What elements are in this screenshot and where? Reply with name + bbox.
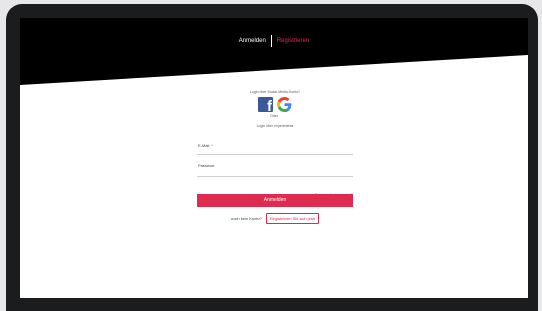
top-nav: Anmelden Registrieren	[20, 32, 528, 50]
google-label: Oder	[270, 114, 278, 118]
register-row: noch kein Konto? Registrieren Sie sich j…	[197, 213, 353, 224]
nav-register-link[interactable]: Registrieren	[273, 37, 313, 45]
register-now-button[interactable]: Registrieren Sie sich jetzt	[265, 213, 320, 224]
no-account-text: noch kein Konto?	[230, 216, 262, 221]
app-screen: Anmelden Registrieren Login über Social-…	[20, 18, 528, 298]
google-icon[interactable]	[277, 97, 292, 112]
forgot-password-link[interactable]: Passwort vergessen?	[315, 192, 353, 197]
social-login-caption: Login über Social-Media-Konto?	[249, 90, 300, 94]
alternative-login-caption: Login über experimenta	[256, 124, 294, 128]
nav-divider	[270, 35, 272, 47]
login-form: Login über Social-Media-Konto? f Oder Lo…	[197, 90, 353, 224]
password-input[interactable]	[197, 161, 353, 176]
email-input[interactable]	[197, 141, 353, 154]
email-field[interactable]: E-Mail *	[197, 141, 353, 155]
forgot-password-row: Passwort vergessen?	[197, 183, 353, 197]
social-login-buttons: f	[197, 97, 353, 113]
facebook-icon[interactable]: f	[258, 97, 273, 112]
password-field[interactable]: Passwort	[197, 161, 353, 177]
nav-login-link[interactable]: Anmelden	[235, 37, 270, 45]
